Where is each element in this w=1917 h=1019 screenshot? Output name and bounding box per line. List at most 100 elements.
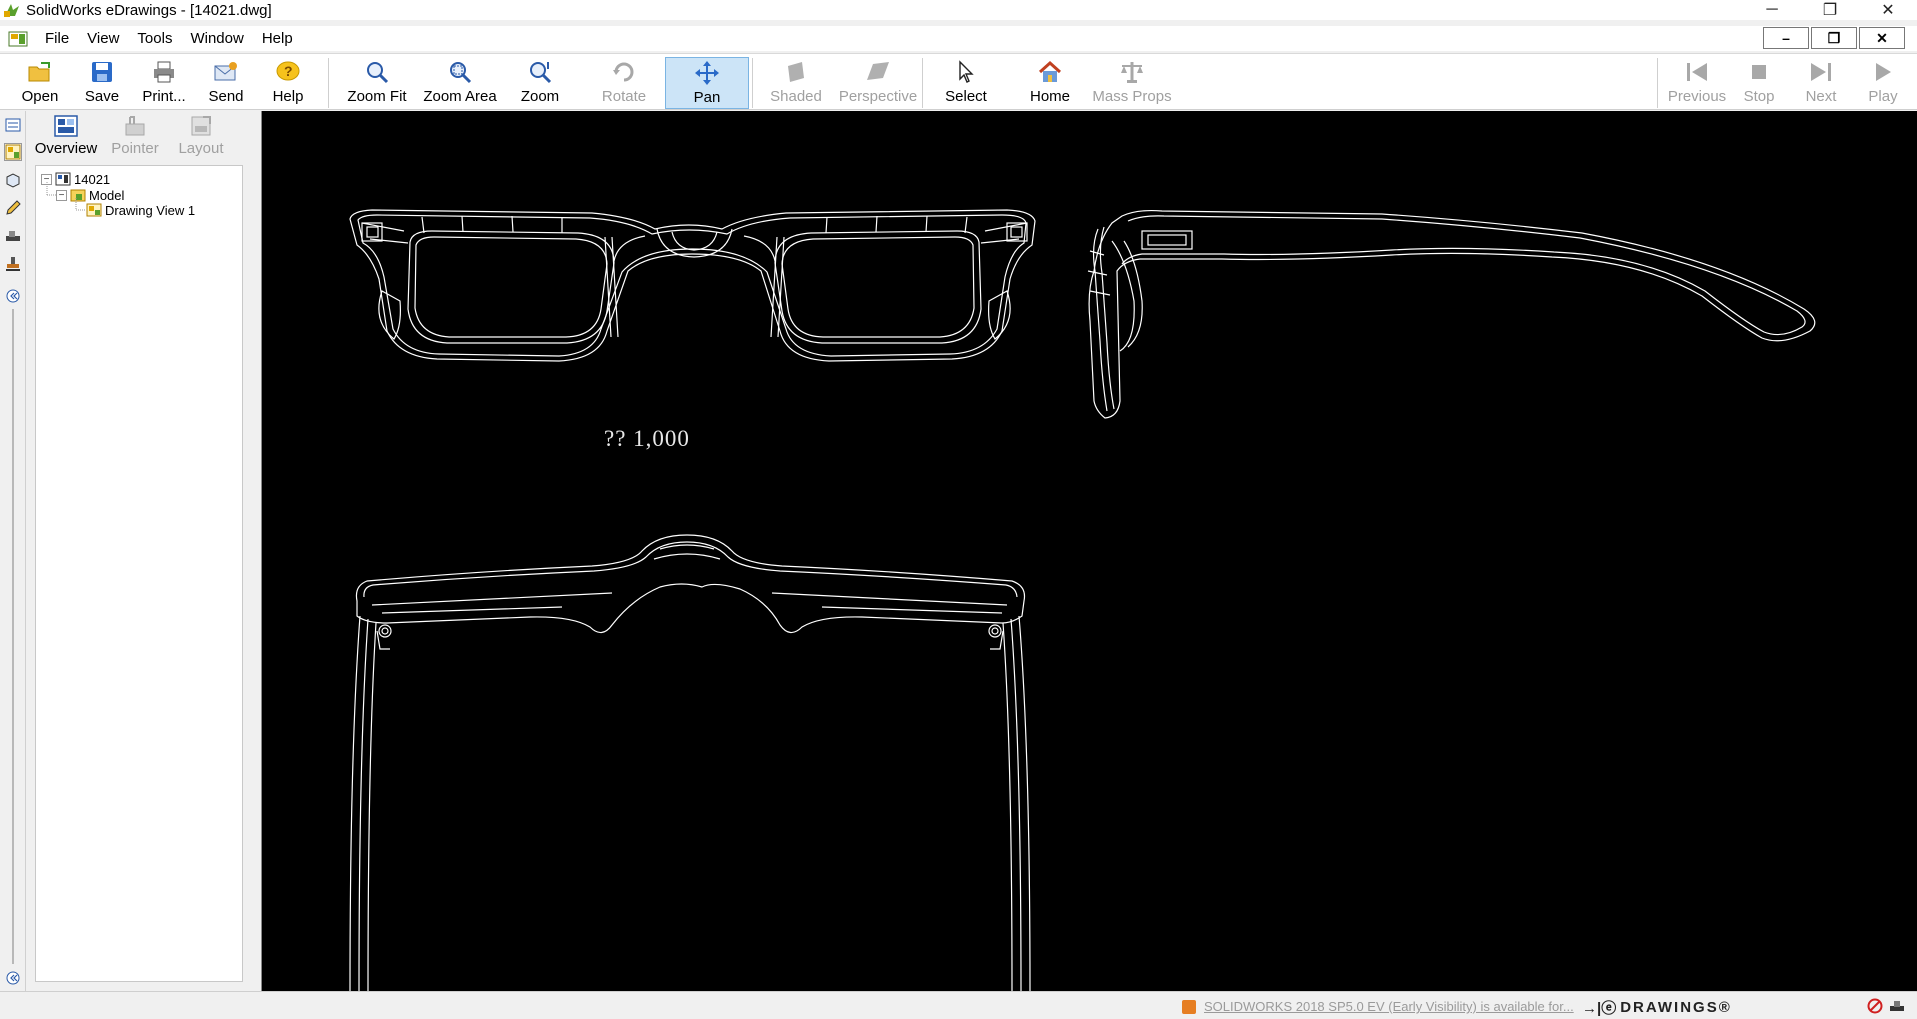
previous-button[interactable]: Previous — [1666, 57, 1728, 109]
tab-layout[interactable]: Layout — [171, 114, 231, 164]
side-view — [1087, 209, 1816, 419]
glasses-drawing — [349, 209, 1816, 991]
collapse-left-bottom-icon[interactable] — [4, 969, 22, 987]
printer-icon — [150, 59, 178, 85]
document-minimize-button[interactable]: – — [1763, 27, 1809, 49]
left-tab-strip — [0, 111, 26, 991]
help-button[interactable]: ? Help — [262, 57, 314, 109]
overview-icon — [53, 114, 79, 138]
select-label: Select — [945, 88, 987, 105]
main-toolbar: Open Save Print... Send ? Help Zoom Fit … — [0, 53, 1917, 110]
layout-icon — [188, 114, 214, 138]
status-bar: SOLIDWORKS 2018 SP5.0 EV (Early Visibili… — [0, 991, 1917, 1019]
print-label: Print... — [142, 88, 186, 105]
rotate-icon — [610, 59, 638, 85]
tab-pointer-label: Pointer — [111, 140, 159, 157]
markup-pencil-icon[interactable] — [4, 199, 22, 217]
tab-overview[interactable]: Overview — [33, 114, 99, 164]
menu-help[interactable]: Help — [253, 26, 302, 51]
window-minimize-button[interactable]: ─ — [1743, 0, 1801, 20]
play-button[interactable]: Play — [1858, 57, 1908, 109]
previous-label: Previous — [1667, 88, 1727, 105]
zoom-area-icon — [446, 59, 474, 85]
next-button[interactable]: Next — [1796, 57, 1846, 109]
sheet-icon[interactable] — [4, 116, 22, 134]
mass-props-scale-icon — [1118, 59, 1146, 85]
open-button[interactable]: Open — [14, 57, 66, 109]
document-close-button[interactable]: ✕ — [1859, 27, 1905, 49]
play-label: Play — [1868, 88, 1898, 105]
home-button[interactable]: Home — [1020, 57, 1080, 109]
measure-status-icon[interactable] — [1889, 998, 1905, 1014]
zoom-area-button[interactable]: Zoom Area — [420, 57, 500, 109]
shaded-button[interactable]: Shaded — [764, 57, 828, 109]
zoom-button[interactable]: Zoom — [512, 57, 568, 109]
top-view — [349, 534, 1031, 991]
play-icon — [1869, 59, 1897, 85]
collapse-left-icon[interactable] — [4, 287, 22, 305]
model-tree: − 14021 − Model Drawing View 1 — [35, 165, 243, 982]
tree-connector-lines — [46, 182, 86, 211]
rotate-button[interactable]: Rotate — [594, 57, 654, 109]
document-icon[interactable] — [8, 30, 30, 48]
perspective-label: Perspective — [838, 88, 918, 105]
next-icon — [1807, 59, 1835, 85]
tree-drawing-view-label: Drawing View 1 — [105, 202, 196, 218]
brand-text: DRAWINGS® — [1620, 999, 1732, 1016]
perspective-button[interactable]: Perspective — [838, 57, 918, 109]
window-restore-button[interactable]: ❐ — [1801, 0, 1859, 20]
toolbar-separator — [922, 58, 923, 108]
next-label: Next — [1805, 88, 1837, 105]
pointer-icon — [122, 114, 148, 138]
no-markup-icon[interactable] — [1867, 998, 1883, 1014]
document-restore-button[interactable]: ❐ — [1811, 27, 1857, 49]
brand-prefix: →|ⓔ — [1582, 1000, 1617, 1017]
front-view — [349, 209, 1036, 362]
document-window-controls: – ❐ ✕ — [1763, 27, 1905, 49]
drawing-canvas[interactable]: ?? 1,000 — [261, 111, 1917, 991]
zoom-fit-icon — [363, 59, 391, 85]
print-button[interactable]: Print... — [138, 57, 190, 109]
stamp-icon[interactable] — [4, 255, 22, 273]
3d-box-icon[interactable] — [4, 171, 22, 189]
toolbar-separator — [328, 58, 329, 108]
zoom-label: Zoom — [520, 88, 560, 105]
svg-text:?: ? — [284, 63, 293, 79]
send-label: Send — [208, 88, 244, 105]
measure-icon[interactable] — [4, 227, 22, 245]
help-icon: ? — [274, 59, 302, 85]
send-button[interactable]: Send — [200, 57, 252, 109]
edrawings-brand-logo: →|ⓔ DRAWINGS® — [1582, 997, 1732, 1018]
select-button[interactable]: Select — [936, 57, 996, 109]
mass-props-button[interactable]: Mass Props — [1092, 57, 1172, 109]
update-notification-text: SOLIDWORKS 2018 SP5.0 EV (Early Visibili… — [1204, 999, 1574, 1014]
zoom-fit-button[interactable]: Zoom Fit — [342, 57, 412, 109]
tab-overview-label: Overview — [34, 140, 98, 157]
menu-file[interactable]: File — [36, 26, 78, 51]
strip-divider — [12, 309, 14, 964]
pan-button[interactable]: Pan — [665, 57, 749, 109]
window-close-button[interactable]: ✕ — [1859, 0, 1917, 20]
stop-button[interactable]: Stop — [1734, 57, 1784, 109]
update-notification-link[interactable]: SOLIDWORKS 2018 SP5.0 EV (Early Visibili… — [1182, 999, 1574, 1014]
menu-tools[interactable]: Tools — [128, 26, 181, 51]
select-cursor-icon — [952, 59, 980, 85]
open-label: Open — [21, 88, 59, 105]
shaded-label: Shaded — [770, 88, 822, 105]
save-button[interactable]: Save — [76, 57, 128, 109]
pan-label: Pan — [693, 89, 721, 106]
drawing-scale-label: ?? 1,000 — [604, 426, 690, 451]
window-title: SolidWorks eDrawings - [14021.dwg] — [26, 1, 272, 19]
tab-pointer[interactable]: Pointer — [105, 114, 165, 164]
home-label: Home — [1029, 88, 1070, 105]
pan-icon — [693, 60, 721, 86]
overview-icon[interactable] — [4, 143, 22, 161]
send-envelope-icon — [212, 59, 240, 85]
tab-layout-label: Layout — [178, 140, 224, 157]
stop-icon — [1745, 59, 1773, 85]
menu-window[interactable]: Window — [181, 26, 252, 51]
perspective-icon — [864, 59, 892, 85]
side-panel: Overview Pointer Layout − 14021 − Model … — [27, 111, 261, 991]
menu-view[interactable]: View — [78, 26, 128, 51]
rss-feed-icon — [1182, 999, 1196, 1014]
